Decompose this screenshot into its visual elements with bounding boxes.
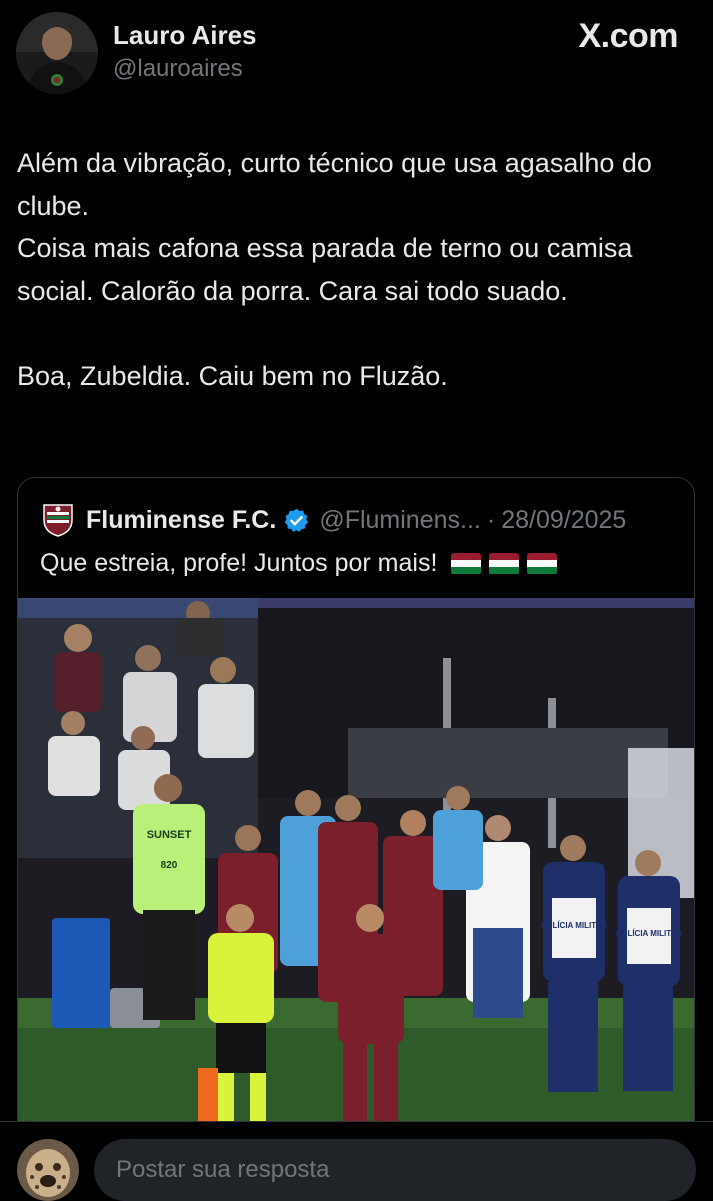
quoted-post-text: Que estreia, profe! Juntos por mais! (40, 549, 558, 578)
author-avatar[interactable] (16, 12, 98, 94)
post-paragraph: Coisa mais cafona essa parada de terno o… (17, 233, 633, 306)
post-paragraph: Além da vibração, curto técnico que usa … (17, 148, 652, 221)
quoted-author-handle[interactable]: @Fluminens... (319, 506, 481, 535)
author-name[interactable]: Lauro Aires (113, 20, 257, 51)
reply-input[interactable]: Postar sua resposta (94, 1139, 696, 1201)
jersey-text: POLÍCIA MILITAR (541, 921, 607, 930)
post-header: Lauro Aires @lauroaires X.com (0, 0, 713, 110)
post-body: Além da vibração, curto técnico que usa … (17, 142, 687, 397)
quoted-post-header: Fluminense F.C. @Fluminens... · 28/09/20… (40, 502, 626, 538)
author-handle[interactable]: @lauroaires (113, 55, 243, 83)
quoted-post-photo[interactable]: SUNSET 820 POLÍCIA MILITAR POLÍCIA MILIT… (18, 598, 694, 1136)
hungary-flag-icon (451, 552, 482, 575)
hungary-flag-icon (527, 552, 558, 575)
reply-composer-bar: Postar sua resposta (0, 1121, 713, 1201)
quoted-post[interactable]: Fluminense F.C. @Fluminens... · 28/09/20… (17, 477, 695, 1137)
current-user-avatar[interactable] (17, 1139, 79, 1201)
post-paragraph: Boa, Zubeldia. Caiu bem no Fluzão. (17, 360, 448, 391)
brand-watermark: X.com (578, 17, 678, 56)
quoted-post-text-content: Que estreia, profe! Juntos por mais! (40, 549, 438, 577)
fluminense-crest-icon (43, 504, 73, 537)
brand-label: X.com (578, 17, 678, 55)
jersey-text: POLÍCIA MILITAR (616, 929, 682, 938)
quoted-author-name[interactable]: Fluminense F.C. (86, 506, 276, 535)
meta-separator: · (486, 505, 496, 534)
quoted-post-date[interactable]: 28/09/2025 (501, 506, 626, 535)
jersey-text: SUNSET (147, 829, 192, 841)
hungary-flag-icon (489, 552, 520, 575)
jersey-text: 820 (161, 860, 178, 871)
verified-badge-icon (285, 508, 309, 532)
